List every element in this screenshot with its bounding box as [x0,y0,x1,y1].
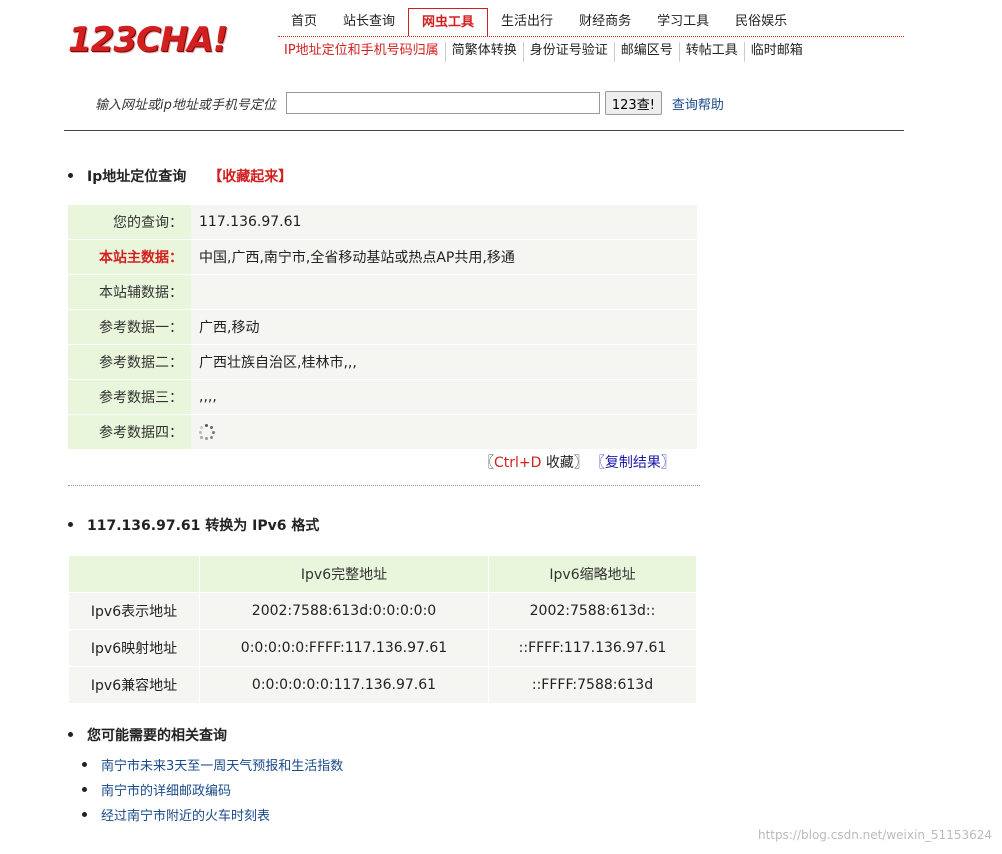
row-key: 您的查询： [68,205,191,240]
column-header: Ipv6缩略地址 [488,555,697,593]
table-row: 参考数据二： 广西壮族自治区,桂林市,,, [68,344,697,380]
column-header [68,555,200,593]
table-cell: ::FFFF:117.136.97.61 [488,629,697,667]
subnav-ip-location[interactable]: IP地址定位和手机号码归属 [278,42,446,62]
row-key: 本站辅数据： [68,274,191,310]
related-section-title: 您可能需要的相关查询 [68,725,227,745]
table-row: 本站辅数据： [68,274,697,310]
table-row: Ipv6兼容地址 0:0:0:0:0:0:117.136.97.61 ::FFF… [68,666,697,704]
tab-folk-entertainment[interactable]: 民俗娱乐 [722,8,800,36]
search-label: 输入网址或ip地址或手机号定位 [95,97,276,113]
favorite-hint: 收藏〗 [541,455,588,471]
table-row: 您的查询： 117.136.97.61 [68,205,697,240]
table-cell: ::FFFF:7588:613d [488,666,697,704]
subnav-temp-mail[interactable]: 临时邮箱 [745,42,809,62]
ip-section-title-text: Ip地址定位查询 [87,169,187,185]
subnav-repost-tool[interactable]: 转帖工具 [680,42,745,62]
watermark: https://blog.csdn.net/weixin_51153624 [757,828,992,842]
table-cell: 0:0:0:0:0:0:117.136.97.61 [199,666,489,704]
related-link[interactable]: 南宁市未来3天至一周天气预报和生活指数 [101,759,343,774]
ctrl-d-hint: Ctrl+D [494,455,542,471]
copy-actions: 〖Ctrl+D 收藏〗 〖复制结果〗 [480,452,675,472]
row-label: Ipv6表示地址 [68,592,200,630]
row-key: 参考数据二： [68,344,191,380]
table-cell: 2002:7588:613d:: [488,592,697,630]
row-label: Ipv6兼容地址 [68,666,200,704]
tab-life-travel[interactable]: 生活出行 [488,8,566,36]
tab-web-tools[interactable]: 网虫工具 [408,8,489,36]
row-key: 参考数据三： [68,379,191,415]
column-header: Ipv6完整地址 [199,555,489,593]
ipv6-table: Ipv6完整地址 Ipv6缩略地址 Ipv6表示地址 2002:7588:613… [68,555,697,704]
table-row: 参考数据四： [68,414,697,450]
search-button[interactable]: 123查! [604,91,662,115]
copy-result-link[interactable]: 〖复制结果〗 [598,455,675,471]
row-value [191,414,697,450]
row-key: 参考数据一： [68,309,191,345]
related-link[interactable]: 经过南宁市附近的火车时刻表 [101,809,270,824]
row-value: 中国,广西,南宁市,全省移动基站或热点AP共用,移通 [191,239,697,275]
nav-divider [278,36,904,37]
related-link[interactable]: 南宁市的详细邮政编码 [101,784,231,799]
related-links: 南宁市未来3天至一周天气预报和生活指数 南宁市的详细邮政编码 经过南宁市附近的火… [82,757,343,832]
row-value: ,,,, [191,379,697,415]
subnav-postcode[interactable]: 邮编区号 [615,42,680,62]
related-section-title-text: 您可能需要的相关查询 [87,728,227,744]
row-value: 广西,移动 [191,309,697,345]
search-bar: 输入网址或ip地址或手机号定位 123查! 查询帮助 [95,90,724,116]
bullet-icon [68,172,73,178]
bullet-icon [82,762,87,767]
search-input[interactable] [285,92,600,114]
table-row: 本站主数据： 中国,广西,南宁市,全省移动基站或热点AP共用,移通 [68,239,697,275]
ip-section-title: Ip地址定位查询 【收藏起来】 [68,166,292,186]
table-header-row: Ipv6完整地址 Ipv6缩略地址 [68,555,697,593]
list-item[interactable]: 南宁市未来3天至一周天气预报和生活指数 [82,757,343,782]
list-item[interactable]: 南宁市的详细邮政编码 [82,782,343,807]
table-row: 参考数据一： 广西,移动 [68,309,697,345]
loading-spinner-icon [199,424,215,440]
table-cell: 2002:7588:613d:0:0:0:0:0 [199,592,489,630]
bullet-icon [82,812,87,817]
row-key: 参考数据四： [68,414,191,450]
subnav-id-verify[interactable]: 身份证号验证 [524,42,615,62]
section-divider [68,485,700,486]
tab-finance[interactable]: 财经商务 [566,8,644,36]
table-row: Ipv6映射地址 0:0:0:0:0:FFFF:117.136.97.61 ::… [68,629,697,667]
row-key: 本站主数据： [68,239,191,275]
ipv6-section-title-text: 117.136.97.61 转换为 IPv6 格式 [87,518,320,534]
tab-home[interactable]: 首页 [278,8,330,36]
tab-webmaster[interactable]: 站长查询 [330,8,408,36]
row-value [191,274,697,310]
table-row: Ipv6表示地址 2002:7588:613d:0:0:0:0:0 2002:7… [68,592,697,630]
bracket-open: 〖 [480,455,494,471]
sub-nav: IP地址定位和手机号码归属 简繁体转换 身份证号验证 邮编区号 转帖工具 临时邮… [278,42,809,62]
row-value: 117.136.97.61 [191,205,697,240]
bookmark-link[interactable]: 【收藏起来】 [208,169,292,185]
table-cell: 0:0:0:0:0:FFFF:117.136.97.61 [199,629,489,667]
header-divider [64,130,904,131]
site-logo[interactable]: 123CHA! [68,20,228,60]
row-value: 广西壮族自治区,桂林市,,, [191,344,697,380]
main-nav: 首页 站长查询 网虫工具 生活出行 财经商务 学习工具 民俗娱乐 [278,8,800,36]
list-item[interactable]: 经过南宁市附近的火车时刻表 [82,807,343,832]
bullet-icon [68,731,73,737]
table-row: 参考数据三： ,,,, [68,379,697,415]
ipv6-section-title: 117.136.97.61 转换为 IPv6 格式 [68,515,319,535]
help-link[interactable]: 查询帮助 [672,94,724,113]
ip-result-table: 您的查询： 117.136.97.61 本站主数据： 中国,广西,南宁市,全省移… [68,205,697,450]
bullet-icon [82,787,87,792]
row-label: Ipv6映射地址 [68,629,200,667]
bullet-icon [68,521,73,527]
subnav-simp-trad[interactable]: 简繁体转换 [446,42,524,62]
tab-study-tools[interactable]: 学习工具 [644,8,722,36]
